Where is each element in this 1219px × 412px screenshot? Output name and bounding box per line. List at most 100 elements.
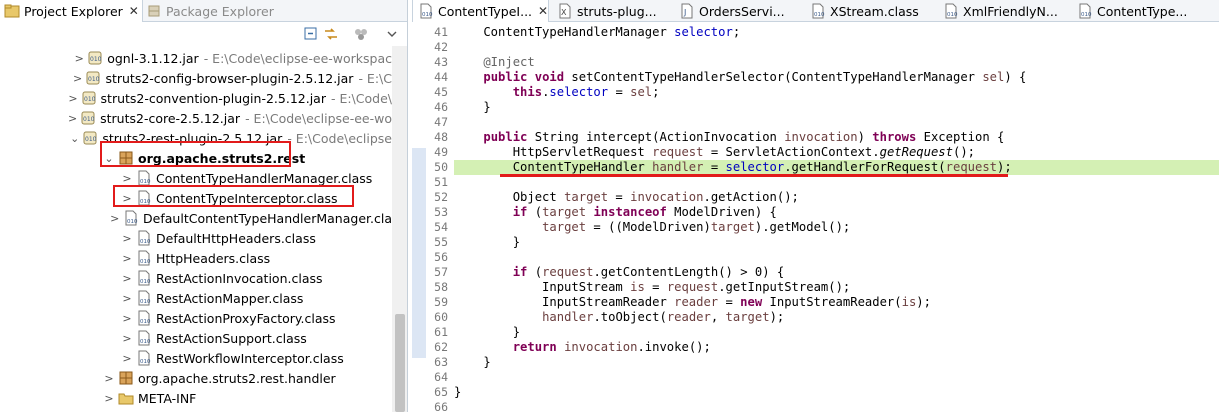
- editor-tab[interactable]: X struts-plug...: [552, 0, 672, 22]
- svg-text:010: 010: [140, 239, 151, 245]
- annotation-underline: [500, 174, 1008, 177]
- close-icon[interactable]: ✕: [538, 4, 548, 18]
- code-line[interactable]: public void setContentTypeHandlerSelecto…: [454, 70, 1219, 85]
- tree-item-jar[interactable]: > 010 struts2-config-browser-plugin-2.5.…: [0, 68, 392, 88]
- tree-item-jar[interactable]: > 010 struts2-core-2.5.12.jar - E:\Code\e…: [0, 108, 392, 128]
- line-number: 58: [434, 280, 448, 294]
- package-explorer-icon: [146, 3, 162, 19]
- chevron-right-icon[interactable]: >: [102, 368, 116, 388]
- code-line[interactable]: @Inject: [454, 55, 1219, 70]
- svg-text:010: 010: [422, 12, 433, 18]
- line-number: 63: [434, 355, 448, 369]
- code-line[interactable]: }: [454, 325, 1219, 340]
- svg-text:010: 010: [85, 136, 97, 143]
- code-line[interactable]: }: [454, 355, 1219, 370]
- tab-project-explorer[interactable]: Project Explorer ✕: [0, 0, 143, 22]
- chevron-right-icon[interactable]: >: [120, 308, 134, 328]
- editor-tab[interactable]: 010 XStream.class: [805, 0, 935, 22]
- tree-item-class[interactable]: > 010 RestActionInvocation.class: [0, 268, 392, 288]
- link-with-editor-icon[interactable]: [322, 25, 340, 43]
- collapse-all-icon[interactable]: [302, 25, 320, 43]
- code-line[interactable]: [454, 40, 1219, 55]
- code-line[interactable]: if (target instanceof ModelDriven) {: [454, 205, 1219, 220]
- tree-item-folder[interactable]: > META-INF: [0, 388, 392, 408]
- tree-item-class[interactable]: > 010 RestActionMapper.class: [0, 288, 392, 308]
- svg-text:010: 010: [88, 76, 100, 83]
- chevron-right-icon[interactable]: >: [120, 348, 134, 368]
- java-file-icon: J: [679, 3, 695, 19]
- code-line[interactable]: }: [454, 235, 1219, 250]
- line-number: 55: [434, 235, 448, 249]
- code-line[interactable]: [454, 400, 1219, 412]
- tree-item-class[interactable]: > 010 DefaultHttpHeaders.class: [0, 228, 392, 248]
- chevron-right-icon[interactable]: >: [120, 288, 134, 308]
- tree-scrollbar[interactable]: [392, 46, 407, 412]
- tree-item-jar[interactable]: > 010 ognl-3.1.12.jar - E:\Code\eclipse-e…: [0, 48, 392, 68]
- code-line[interactable]: ContentTypeHandlerManager selector;: [454, 25, 1219, 40]
- tree-item-class[interactable]: > 010 RestWorkflowInterceptor.class: [0, 348, 392, 368]
- tab-package-explorer[interactable]: Package Explorer: [146, 0, 274, 22]
- tree-item-class[interactable]: > 010 RestActionProxyFactory.class: [0, 308, 392, 328]
- jar-icon: 010: [85, 70, 101, 86]
- code-line[interactable]: return invocation.invoke();: [454, 340, 1219, 355]
- code-line[interactable]: HttpServletRequest request = ServletActi…: [454, 145, 1219, 160]
- code-line[interactable]: handler.toObject(reader, target);: [454, 310, 1219, 325]
- line-number: 42: [434, 40, 448, 54]
- code-line[interactable]: ContentTypeHandler handler = selector.ge…: [454, 160, 1219, 175]
- svg-text:010: 010: [90, 56, 102, 63]
- svg-text:010: 010: [83, 116, 95, 123]
- chevron-right-icon[interactable]: >: [67, 108, 78, 128]
- code-line[interactable]: [454, 175, 1219, 190]
- svg-text:010: 010: [140, 319, 151, 325]
- chevron-right-icon[interactable]: >: [102, 388, 116, 408]
- editor-tab[interactable]: 010 ContentTypeI... ✕: [412, 0, 549, 22]
- chevron-right-icon[interactable]: >: [120, 268, 134, 288]
- line-number: 48: [434, 130, 448, 144]
- code-line[interactable]: InputStreamReader reader = new InputStre…: [454, 295, 1219, 310]
- close-icon[interactable]: ✕: [129, 4, 139, 18]
- svg-text:J: J: [683, 8, 686, 17]
- code-line[interactable]: target = ((ModelDriven)target).getModel(…: [454, 220, 1219, 235]
- line-number: 52: [434, 190, 448, 204]
- tree-item-jar[interactable]: > 010 struts2-convention-plugin-2.5.12.j…: [0, 88, 392, 108]
- chevron-right-icon[interactable]: >: [120, 228, 134, 248]
- chevron-right-icon[interactable]: >: [68, 88, 79, 108]
- focus-icon[interactable]: [352, 25, 370, 43]
- chevron-right-icon[interactable]: >: [73, 48, 85, 68]
- annotation-box-package: [100, 141, 291, 167]
- class-file-icon: 010: [943, 3, 959, 19]
- chevron-right-icon[interactable]: >: [120, 248, 134, 268]
- code-line[interactable]: }: [454, 100, 1219, 115]
- code-line[interactable]: [454, 370, 1219, 385]
- code-line[interactable]: this.selector = sel;: [454, 85, 1219, 100]
- jar-icon: 010: [81, 90, 97, 106]
- svg-text:010: 010: [140, 299, 151, 305]
- tab-package-explorer-label: Package Explorer: [166, 3, 274, 19]
- tree-item-class[interactable]: > 010 DefaultContentTypeHandlerManager.c…: [0, 208, 392, 228]
- editor-tab[interactable]: J OrdersServi...: [674, 0, 802, 22]
- code-line[interactable]: public String intercept(ActionInvocation…: [454, 130, 1219, 145]
- editor-tab[interactable]: 010 XmlFriendlyN...: [938, 0, 1070, 22]
- svg-text:010: 010: [947, 12, 958, 18]
- code-line[interactable]: Object target = invocation.getAction();: [454, 190, 1219, 205]
- code-line[interactable]: if (request.getContentLength() > 0) {: [454, 265, 1219, 280]
- svg-text:010: 010: [140, 259, 151, 265]
- chevron-right-icon[interactable]: >: [72, 68, 84, 88]
- code-line[interactable]: InputStream is = request.getInputStream(…: [454, 280, 1219, 295]
- line-number: 51: [434, 175, 448, 189]
- chevron-down-icon[interactable]: ⌄: [69, 128, 80, 148]
- editor-tab[interactable]: 010 ContentType...: [1072, 0, 1219, 22]
- tree-item-class[interactable]: > 010 RestActionSupport.class: [0, 328, 392, 348]
- line-number: 54: [434, 220, 448, 234]
- scrollbar-thumb[interactable]: [395, 314, 405, 412]
- chevron-right-icon[interactable]: >: [120, 328, 134, 348]
- tree-item-class[interactable]: > 010 HttpHeaders.class: [0, 248, 392, 268]
- tree-item-package[interactable]: > org.apache.struts2.rest.handler: [0, 368, 392, 388]
- code-line[interactable]: [454, 250, 1219, 265]
- code-line[interactable]: [454, 115, 1219, 130]
- code-line[interactable]: }: [454, 385, 1219, 400]
- svg-text:010: 010: [140, 279, 151, 285]
- code-area[interactable]: ContentTypeHandlerManager selector; @Inj…: [454, 22, 1219, 412]
- chevron-right-icon[interactable]: >: [108, 208, 121, 228]
- view-menu-icon[interactable]: [383, 25, 401, 43]
